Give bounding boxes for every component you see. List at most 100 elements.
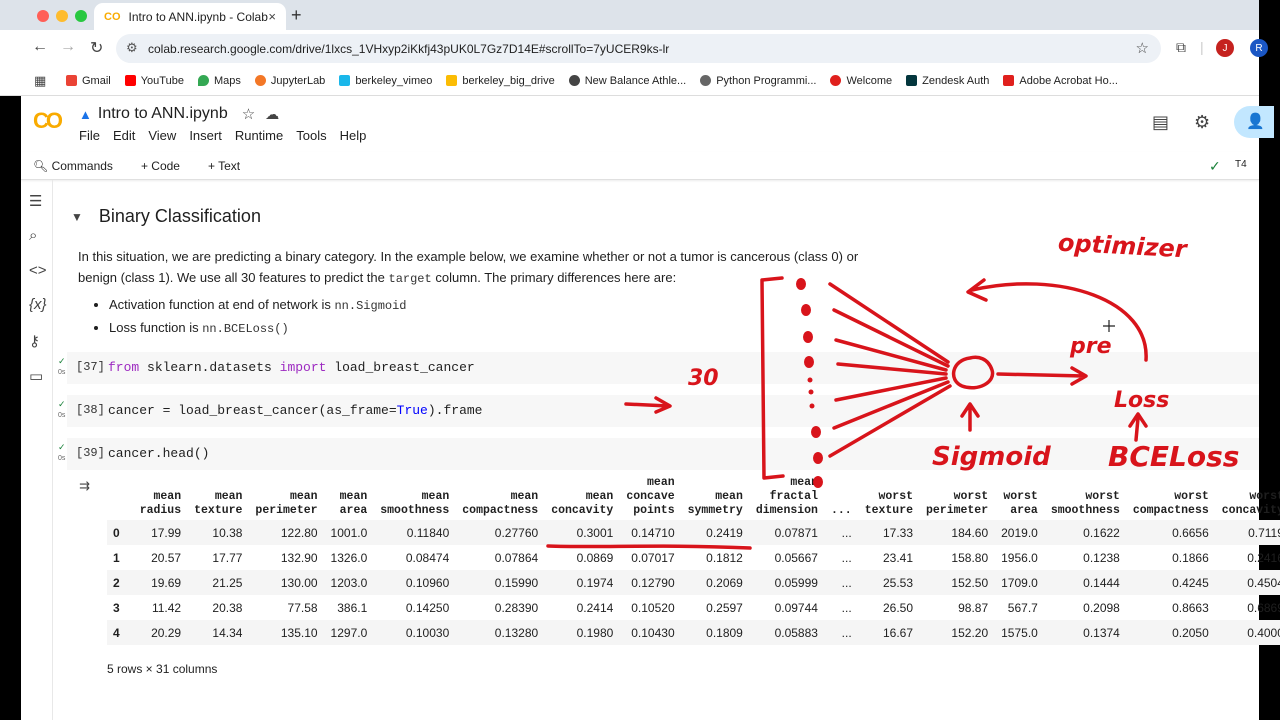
menu-help[interactable]: Help (340, 128, 367, 143)
table-of-contents-icon[interactable]: ☰ (29, 192, 42, 210)
table-cell: 0.07864 (494, 550, 539, 565)
minimize-window-button[interactable] (56, 10, 68, 22)
colab-app: CO ▲ Intro to ANN.ipynb ☆ ☁ File Edit Vi… (21, 96, 1280, 720)
column-header: worst compactness (1132, 490, 1209, 517)
jupyter-icon (254, 75, 266, 86)
tab-close-icon[interactable]: × (268, 9, 276, 24)
profile-avatar[interactable]: J (1216, 39, 1234, 57)
menu-runtime[interactable]: Runtime (235, 128, 283, 143)
url-text: colab.research.google.com/drive/1lxcs_1V… (148, 41, 670, 56)
extensions-icon[interactable]: ⧉ (1176, 39, 1186, 56)
collapse-chevron-icon[interactable]: ▼ (71, 210, 83, 224)
secrets-key-icon[interactable]: ⚷ (29, 332, 40, 350)
browser-tab-strip: CO Intro to ANN.ipynb - Colab × + (0, 0, 1259, 30)
table-cell: 122.80 (247, 520, 323, 545)
table-cell: 11.42 (151, 600, 182, 615)
table-cell: 158.80 (951, 550, 989, 565)
add-text-button[interactable]: + Text (208, 159, 240, 173)
output-actions-icon[interactable]: ⇉ (79, 478, 90, 494)
cloud-saved-icon[interactable]: ☁ (265, 106, 279, 123)
executed-check-icon[interactable]: ✓ 0s (58, 443, 66, 463)
bookmark-new-balance[interactable]: New Balance Athle... (568, 75, 686, 87)
files-folder-icon[interactable]: ▭ (29, 367, 43, 385)
commands-button[interactable]: 🔍︎ Commands (33, 159, 113, 173)
browser-tab[interactable]: CO Intro to ANN.ipynb - Colab × (94, 3, 286, 30)
menu-edit[interactable]: Edit (113, 128, 135, 143)
variables-icon[interactable]: {x} (29, 296, 47, 313)
bookmark-jupyterlab[interactable]: JupyterLab (254, 75, 325, 87)
share-button[interactable]: 👤 (1234, 106, 1274, 138)
bookmark-maps[interactable]: Maps (197, 75, 241, 87)
menu-tools[interactable]: Tools (296, 128, 326, 143)
executed-check-icon[interactable]: ✓ 0s (58, 400, 66, 420)
menu-insert[interactable]: Insert (189, 128, 222, 143)
table-cell: 0.10520 (631, 600, 675, 615)
menu-file[interactable]: File (79, 128, 100, 143)
notebook-title[interactable]: Intro to ANN.ipynb (98, 105, 228, 123)
column-header: mean compactness (462, 490, 539, 517)
bookmark-gmail[interactable]: Gmail (66, 75, 111, 87)
table-cell: 19.69 (131, 570, 187, 595)
table-row: 1 20.57 17.77 132.90 1326.0 0.08474 0.07864 0.0… (107, 545, 1280, 570)
code-source[interactable]: cancer = load_breast_cancer(as_frame=Tru… (108, 403, 482, 418)
bookmark-youtube[interactable]: YouTube (124, 75, 184, 87)
apps-grid-icon[interactable]: ▦ (34, 73, 46, 89)
bookmark-star-icon[interactable]: ☆ (1136, 39, 1149, 57)
runtime-type-label[interactable]: T4 (1235, 159, 1247, 170)
code-cell-38[interactable]: ✓ 0s [38] cancer = load_breast_cancer(as_… (58, 395, 1259, 427)
column-header: worst smoothness (1050, 490, 1120, 517)
connected-check-icon: ✓ (1209, 158, 1221, 174)
table-cell: 1326.0 (330, 550, 368, 565)
code-source[interactable]: from sklearn.datasets import load_breast… (108, 360, 475, 375)
new-tab-button[interactable]: + (291, 5, 302, 26)
bookmark-adobe-acrobat[interactable]: Adobe Acrobat Ho... (1003, 75, 1118, 87)
close-window-button[interactable] (37, 10, 49, 22)
bookmark-zendesk-auth[interactable]: Zendesk Auth (906, 75, 989, 87)
maximize-window-button[interactable] (75, 10, 87, 22)
index-header (107, 474, 132, 520)
code-cell-39[interactable]: ✓ 0s [39] cancer.head() (58, 438, 1259, 470)
reload-button[interactable]: ↻ (90, 38, 103, 58)
forward-button[interactable]: → (60, 38, 76, 56)
table-cell: 0.6869 (1247, 600, 1280, 615)
star-icon[interactable]: ☆ (242, 105, 255, 123)
find-icon[interactable]: ⌕ (29, 227, 37, 244)
table-cell: 0.2597 (706, 600, 743, 615)
table-cell: 1001.0 (322, 520, 373, 545)
table-cell: 0.14250 (405, 600, 450, 615)
bookmark-berkeley-vimeo[interactable]: berkeley_vimeo (339, 75, 432, 87)
comment-icon[interactable]: ▤ (1152, 112, 1169, 133)
table-cell: 0.4000 (1213, 620, 1280, 645)
bookmark-welcome[interactable]: Welcome (830, 75, 892, 87)
list-item: Loss function is nn.BCELoss() (109, 317, 407, 340)
table-cell: 0.1974 (543, 570, 619, 595)
execution-count: [39] (76, 446, 105, 460)
second-profile-avatar[interactable]: R (1250, 39, 1268, 57)
settings-gear-icon[interactable]: ⚙ (1194, 112, 1210, 133)
globe-icon (568, 75, 580, 86)
section-title: Binary Classification (98, 206, 261, 226)
vimeo-icon (339, 75, 351, 86)
address-bar[interactable]: ⚙ colab.research.google.com/drive/1lxcs_… (116, 34, 1161, 63)
table-cell: ... (822, 570, 857, 595)
back-button[interactable]: ← (32, 38, 48, 56)
dataframe-shape-label: 5 rows × 31 columns (107, 662, 218, 676)
description-paragraph: In this situation, we are predicting a b… (78, 249, 859, 286)
table-cell: 135.10 (247, 620, 323, 645)
colab-logo[interactable]: CO (33, 108, 63, 134)
column-header: mean texture (194, 490, 243, 517)
bookmark-python-programming[interactable]: Python Programmi... (700, 75, 816, 87)
column-header: ... (830, 504, 852, 517)
code-source[interactable]: cancer.head() (108, 446, 209, 461)
table-header-row: mean radius mean texture mean perimeter mea… (107, 474, 1280, 520)
table-cell: 17.77 (212, 550, 243, 565)
code-snippets-icon[interactable]: <> (29, 262, 47, 279)
executed-check-icon[interactable]: ✓ 0s (58, 357, 66, 377)
table-cell: 17.33 (856, 520, 918, 545)
site-info-icon[interactable]: ⚙ (126, 40, 138, 56)
bookmark-berkeley-big-drive[interactable]: berkeley_big_drive (446, 75, 555, 87)
table-cell: 0.1812 (706, 550, 743, 565)
add-code-button[interactable]: + Code (141, 159, 180, 173)
menu-view[interactable]: View (148, 128, 176, 143)
table-row: 4 20.29 14.34 135.10 1297.0 0.10030 0.13280 0.1… (107, 620, 1280, 645)
